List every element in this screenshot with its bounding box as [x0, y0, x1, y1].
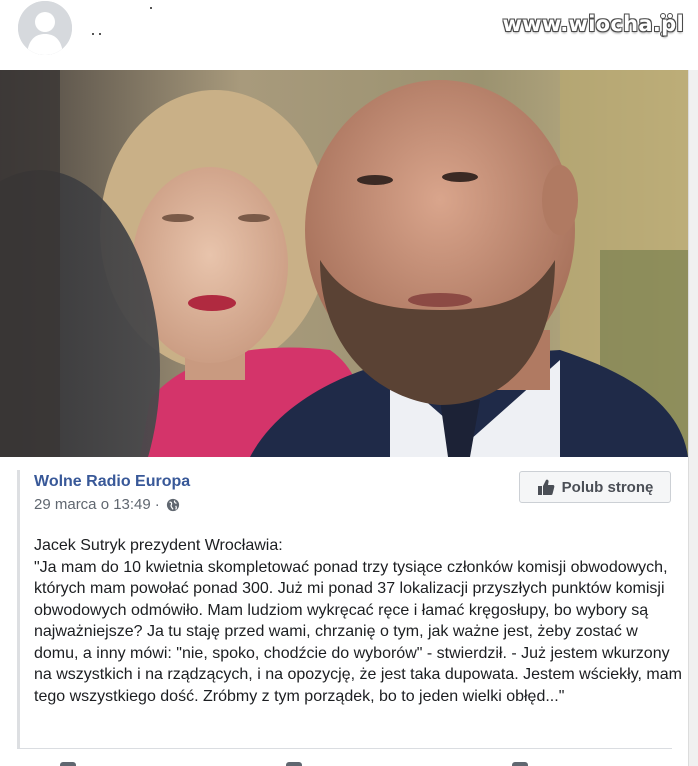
post-content: Wolne Radio Europa 29 marca o 13:49 · Po…: [0, 457, 688, 766]
post-photo[interactable]: [0, 70, 688, 457]
shared-post-border: [17, 470, 20, 748]
page-name-link[interactable]: Wolne Radio Europa: [34, 473, 190, 491]
header-dot: [99, 33, 101, 35]
default-avatar-icon: [18, 1, 72, 55]
like-action-icon[interactable]: [60, 762, 76, 766]
header-dot: [92, 33, 94, 35]
photo-illustration: [0, 70, 688, 457]
facebook-post-screenshot: www.wiocha.pl Wolne Radio Europa 29 marc…: [0, 0, 698, 766]
post-text: Jacek Sutryk prezydent Wrocławia: "Ja ma…: [34, 537, 682, 705]
post-date[interactable]: 29 marca o 13:49: [34, 496, 151, 513]
header-dot: [150, 7, 152, 9]
site-watermark: www.wiocha.pl: [502, 12, 684, 36]
globe-icon[interactable]: [166, 498, 180, 512]
action-divider: [17, 748, 672, 749]
like-page-button[interactable]: Polub stronę: [519, 471, 671, 503]
thumbs-up-icon: [537, 479, 555, 495]
post-header: www.wiocha.pl: [0, 0, 698, 70]
page-scrollbar[interactable]: [688, 70, 698, 766]
share-action-icon[interactable]: [512, 762, 528, 766]
avatar[interactable]: [18, 1, 72, 55]
meta-separator: ·: [154, 496, 160, 513]
post-meta: 29 marca o 13:49 ·: [34, 496, 180, 513]
action-bar: [0, 759, 688, 766]
like-page-label: Polub stronę: [561, 478, 654, 496]
comment-action-icon[interactable]: [286, 762, 302, 766]
